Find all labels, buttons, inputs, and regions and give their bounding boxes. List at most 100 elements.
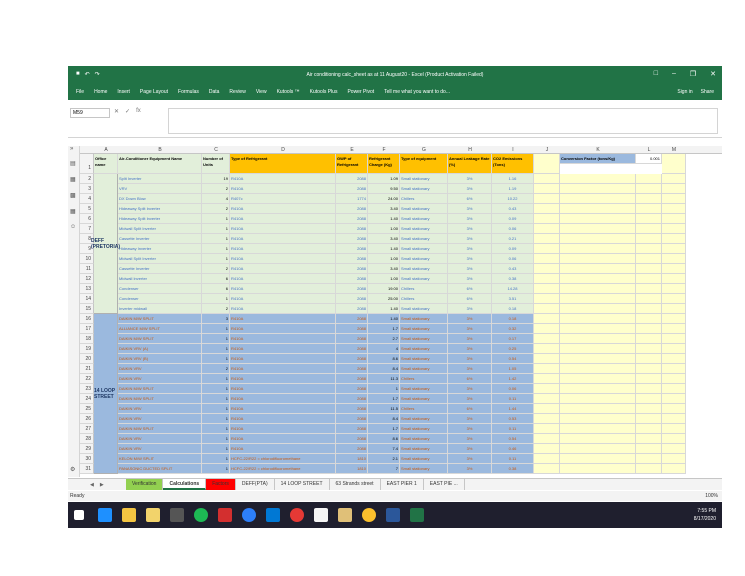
leakage-cell[interactable]: 3% [448, 234, 492, 244]
cell-empty[interactable] [534, 404, 560, 414]
cell-empty[interactable] [534, 214, 560, 224]
cell-empty[interactable] [534, 184, 560, 194]
charge-cell[interactable]: 1.40 [368, 314, 400, 324]
charge-cell[interactable]: 24.00 [368, 194, 400, 204]
cell-empty[interactable] [534, 274, 560, 284]
ribbon-tab[interactable]: Insert [117, 89, 130, 95]
cell-empty[interactable] [560, 324, 636, 334]
charge-cell[interactable]: 8.6 [368, 354, 400, 364]
cell-empty[interactable] [636, 394, 662, 404]
leakage-cell[interactable]: 6% [448, 404, 492, 414]
cell-empty[interactable] [534, 194, 560, 204]
row-number[interactable]: 18 [80, 334, 94, 344]
leakage-cell[interactable]: 6% [448, 194, 492, 204]
cell-empty[interactable] [560, 184, 636, 194]
cell-empty[interactable] [662, 364, 686, 374]
excel-icon[interactable] [410, 508, 424, 522]
units-cell[interactable]: 3 [202, 314, 230, 324]
units-cell[interactable]: 1 [202, 384, 230, 394]
office-name-deff[interactable]: DEFF (PRETORIA) [91, 174, 120, 314]
units-cell[interactable]: 1 [202, 404, 230, 414]
charge-cell[interactable]: 8.6 [368, 434, 400, 444]
cell-empty[interactable] [662, 344, 686, 354]
gwp-cell[interactable]: 2088 [336, 384, 368, 394]
gwp-cell[interactable]: 2088 [336, 354, 368, 364]
gwp-cell[interactable]: 2088 [336, 284, 368, 294]
charge-cell[interactable]: 1.40 [368, 304, 400, 314]
units-cell[interactable]: 6 [202, 274, 230, 284]
equipment-name-cell[interactable]: DAIKIN VRV [118, 434, 202, 444]
co2-cell[interactable]: 0.38 [492, 464, 534, 474]
leakage-cell[interactable]: 3% [448, 464, 492, 474]
equipment-name-cell[interactable]: Cassette Inverter [118, 234, 202, 244]
charge-cell[interactable]: 1.00 [368, 274, 400, 284]
leakage-cell[interactable]: 3% [448, 384, 492, 394]
equipment-type-cell[interactable]: Small stationary [400, 414, 448, 424]
leakage-cell[interactable]: 6% [448, 294, 492, 304]
cell-empty[interactable] [636, 454, 662, 464]
row-number[interactable]: 13 [80, 284, 94, 294]
leakage-cell[interactable]: 3% [448, 274, 492, 284]
equipment-type-cell[interactable]: Small stationary [400, 214, 448, 224]
cell-empty[interactable] [636, 464, 662, 474]
cell-empty[interactable] [560, 454, 636, 464]
header-gwp[interactable]: GWP of Refrigerant [336, 154, 368, 174]
leakage-cell[interactable]: 3% [448, 344, 492, 354]
units-cell[interactable]: 1 [202, 334, 230, 344]
leakage-cell[interactable]: 3% [448, 454, 492, 464]
units-cell[interactable]: 2 [202, 204, 230, 214]
equipment-name-cell[interactable]: Hideaway Split Inverter [118, 204, 202, 214]
cell-empty[interactable] [560, 294, 636, 304]
cell-empty[interactable] [560, 334, 636, 344]
equipment-name-cell[interactable]: DAIKIN VRV [118, 374, 202, 384]
chrome-icon[interactable] [362, 508, 376, 522]
charge-cell[interactable]: 8.4 [368, 414, 400, 424]
ribbon-tab[interactable]: View [256, 89, 267, 95]
charge-cell[interactable]: 7.4 [368, 444, 400, 454]
spotify-icon[interactable] [194, 508, 208, 522]
cell-empty[interactable] [636, 404, 662, 414]
units-cell[interactable]: 6 [202, 284, 230, 294]
cell-empty[interactable] [560, 354, 636, 364]
gwp-cell[interactable]: 2088 [336, 244, 368, 254]
cell-empty[interactable] [662, 184, 686, 194]
equipment-name-cell[interactable]: Hideaway Inverter [118, 244, 202, 254]
gwp-cell[interactable]: 2088 [336, 294, 368, 304]
row-number[interactable]: 22 [80, 374, 94, 384]
equipment-type-cell[interactable]: Small stationary [400, 174, 448, 184]
gwp-cell[interactable]: 2088 [336, 344, 368, 354]
units-cell[interactable]: 1 [202, 394, 230, 404]
column-header[interactable]: J [534, 147, 560, 153]
cell-empty[interactable] [662, 244, 686, 254]
equipment-type-cell[interactable]: Small stationary [400, 424, 448, 434]
sheet-tab[interactable]: Factors [206, 479, 236, 490]
equipment-type-cell[interactable]: Small stationary [400, 274, 448, 284]
cell-empty[interactable] [534, 354, 560, 364]
gwp-cell[interactable]: 2088 [336, 334, 368, 344]
cell-empty[interactable] [534, 244, 560, 254]
cell-empty[interactable] [534, 444, 560, 454]
cell-empty[interactable] [534, 174, 560, 184]
co2-cell[interactable]: 0.18 [492, 314, 534, 324]
cell-empty[interactable] [534, 304, 560, 314]
charge-cell[interactable]: 11.3 [368, 374, 400, 384]
co2-cell[interactable]: 0.18 [492, 304, 534, 314]
row-number[interactable]: 1 [80, 154, 94, 174]
cell-empty[interactable] [636, 274, 662, 284]
leakage-cell[interactable]: 3% [448, 244, 492, 254]
co2-cell[interactable]: 0.06 [492, 384, 534, 394]
cell-empty[interactable] [534, 234, 560, 244]
row-number[interactable]: 10 [80, 254, 94, 264]
minimize-button[interactable]: – [672, 70, 676, 78]
cell-empty[interactable] [560, 434, 636, 444]
ribbon-tab[interactable]: Data [209, 89, 220, 95]
cell-empty[interactable] [636, 314, 662, 324]
cell-empty[interactable] [636, 174, 662, 184]
cell-empty[interactable] [534, 414, 560, 424]
leakage-cell[interactable]: 3% [448, 174, 492, 184]
gwp-cell[interactable]: 2088 [336, 424, 368, 434]
equipment-type-cell[interactable]: Small stationary [400, 394, 448, 404]
co2-cell[interactable]: 1.19 [492, 184, 534, 194]
gwp-cell[interactable]: 2088 [336, 324, 368, 334]
outlook-icon[interactable] [266, 508, 280, 522]
